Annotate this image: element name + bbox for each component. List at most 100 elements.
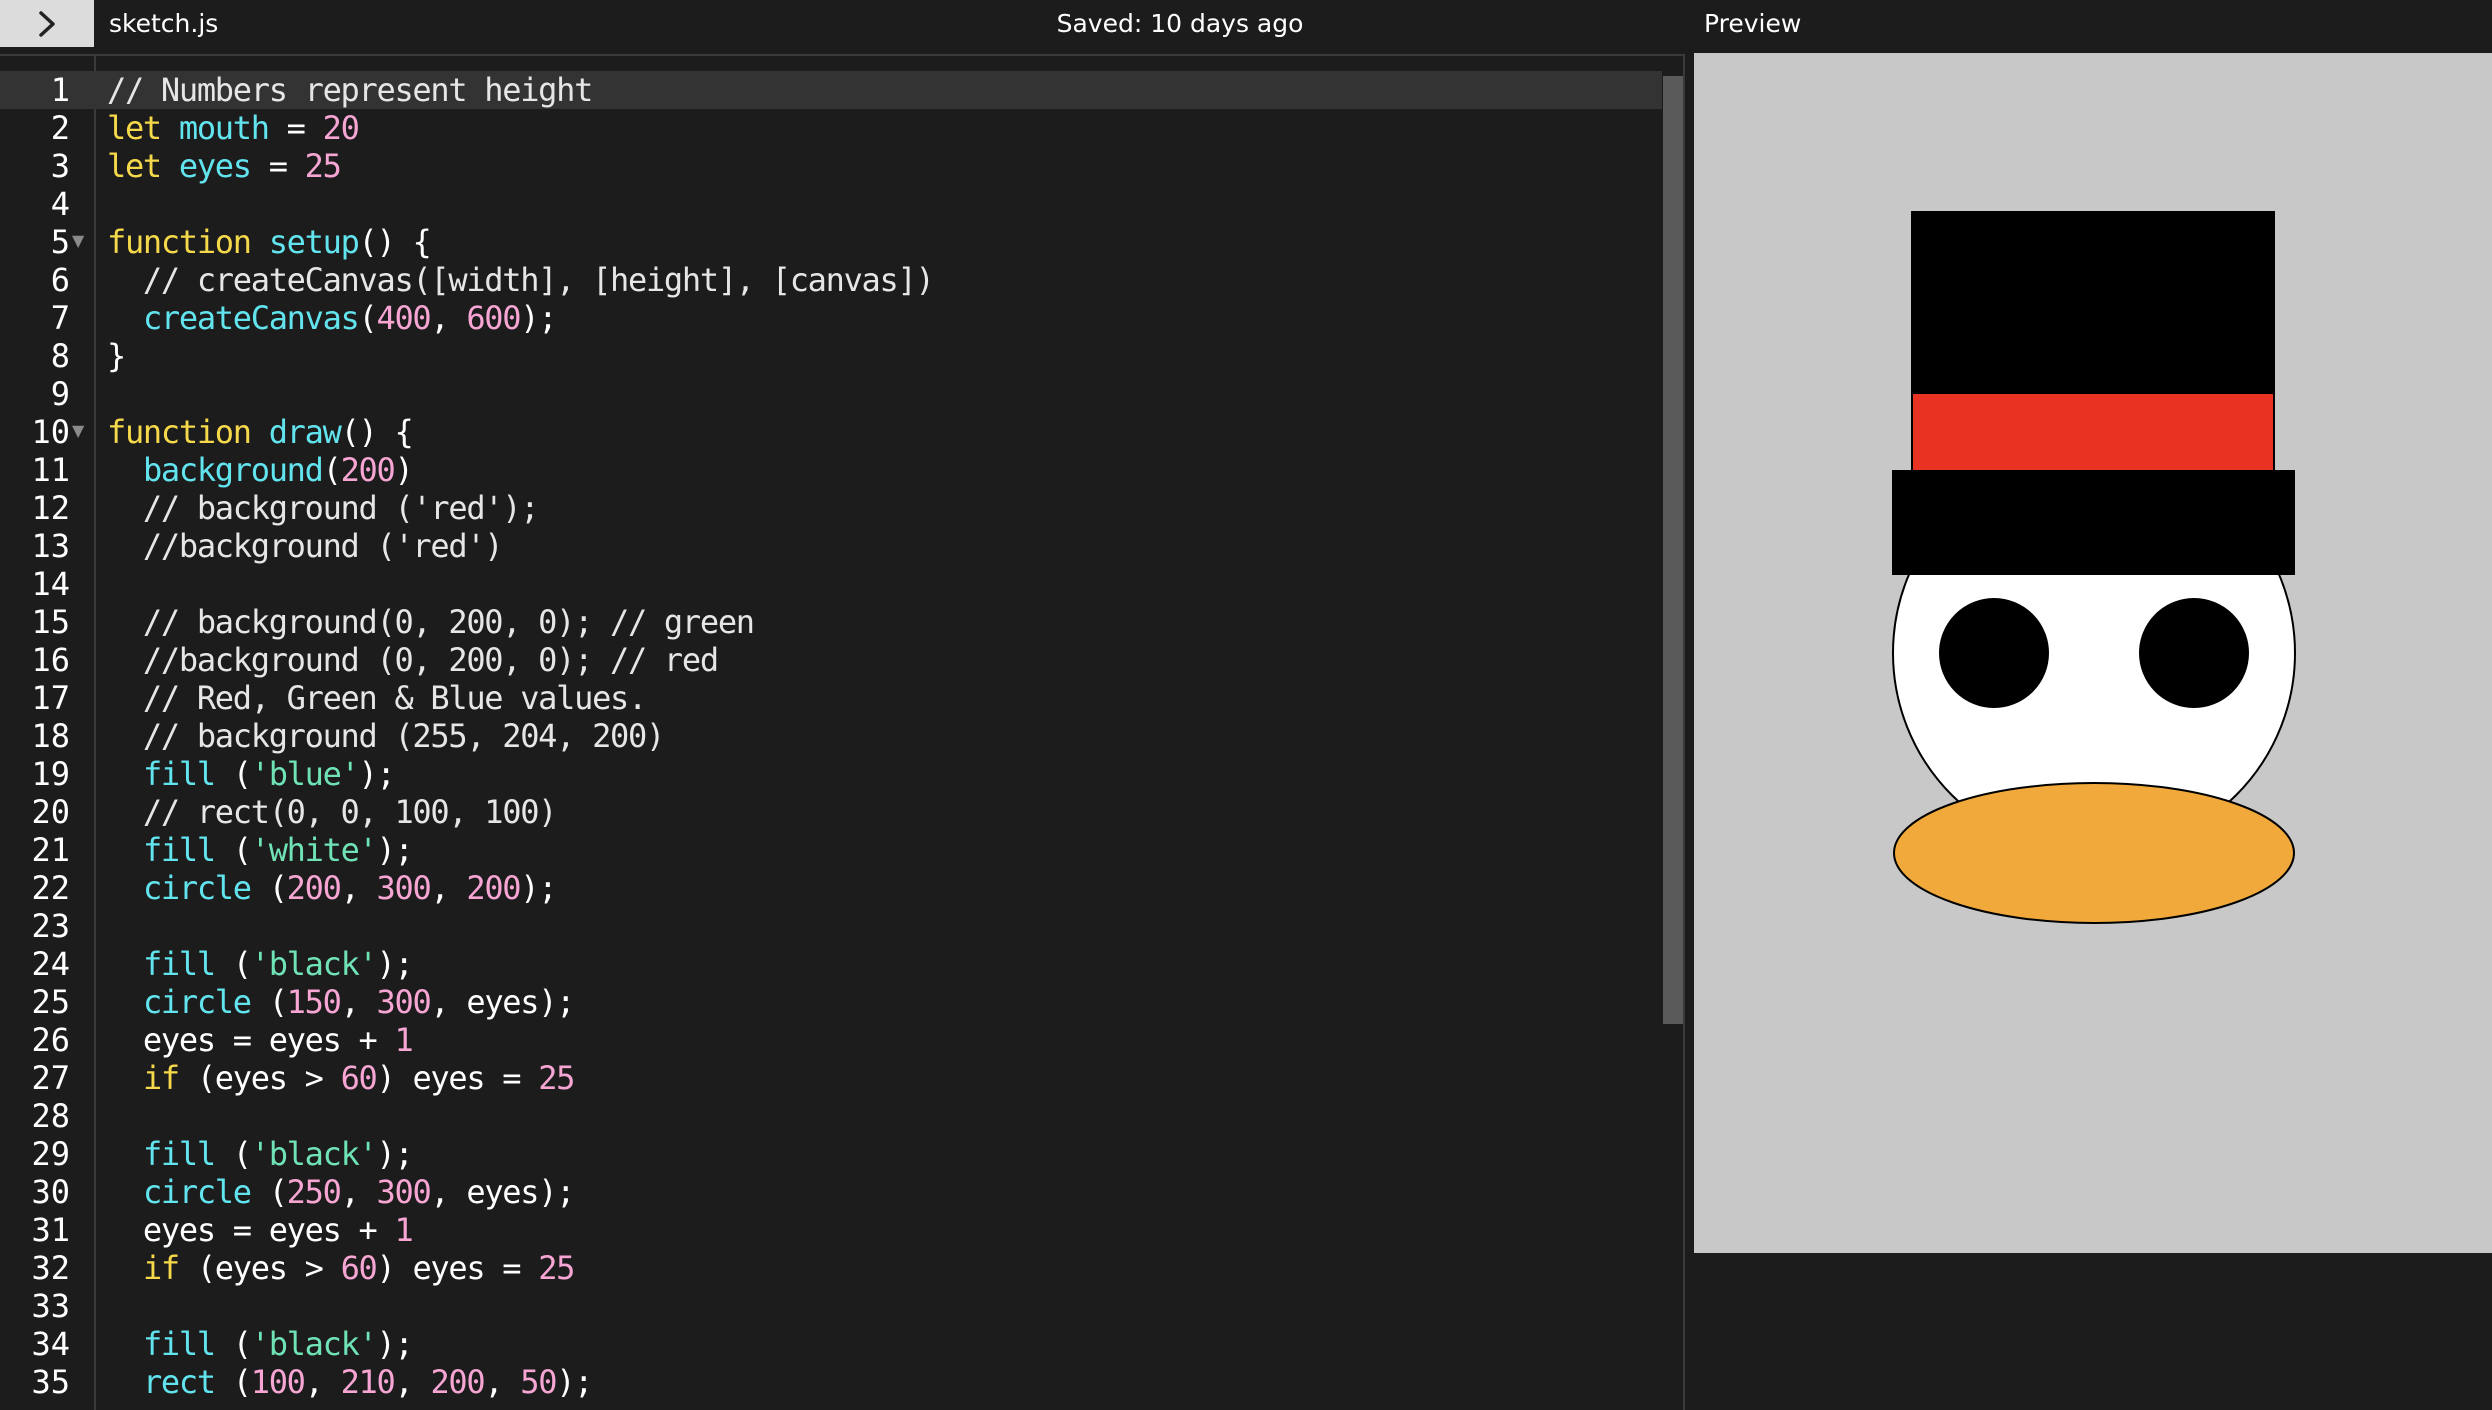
code-line[interactable]: 12 // background ('red'); xyxy=(0,489,1662,527)
line-number: 23 xyxy=(31,907,70,945)
line-number: 28 xyxy=(31,1097,70,1135)
code-token: , xyxy=(484,1363,521,1401)
code-token: 25 xyxy=(304,147,342,185)
code-text: createCanvas(400, 600); xyxy=(107,299,558,337)
preview-label: Preview xyxy=(1704,9,1802,38)
code-line[interactable]: 7 createCanvas(400, 600); xyxy=(0,299,1662,337)
code-token: // background ('red'); xyxy=(107,489,540,527)
code-line[interactable]: 19 fill ('blue'); xyxy=(0,755,1662,793)
code-token: eyes = eyes + xyxy=(107,1211,395,1249)
code-token: ( xyxy=(214,1363,252,1401)
code-line[interactable]: 21 fill ('white'); xyxy=(0,831,1662,869)
fold-triangle-icon[interactable]: ▼ xyxy=(72,231,92,251)
code-line[interactable]: 22 circle (200, 300, 200); xyxy=(0,869,1662,907)
code-text: //background (0, 200, 0); // red xyxy=(107,641,719,679)
line-number: 18 xyxy=(31,717,70,755)
code-text: // background(0, 200, 0); // green xyxy=(107,603,755,641)
code-line[interactable]: 35 rect (100, 210, 200, 50); xyxy=(0,1363,1662,1401)
code-line[interactable]: 16 //background (0, 200, 0); // red xyxy=(0,641,1662,679)
code-token: ) xyxy=(394,451,413,489)
code-text: fill ('black'); xyxy=(107,945,414,983)
code-line[interactable]: 34 fill ('black'); xyxy=(0,1325,1662,1363)
code-line[interactable]: 24 fill ('black'); xyxy=(0,945,1662,983)
code-token: 100 xyxy=(250,1363,306,1401)
code-token: ( xyxy=(250,1173,288,1211)
code-line[interactable]: 4 xyxy=(0,185,1662,223)
code-token: // rect(0, 0, 100, 100) xyxy=(107,793,558,831)
code-line[interactable]: 11 background(200) xyxy=(0,451,1662,489)
code-token: 'black' xyxy=(250,945,378,983)
code-line[interactable]: 13 //background ('red') xyxy=(0,527,1662,565)
code-line[interactable]: 29 fill ('black'); xyxy=(0,1135,1662,1173)
code-line[interactable]: 26 eyes = eyes + 1 xyxy=(0,1021,1662,1059)
code-token: 'white' xyxy=(250,831,378,869)
code-line[interactable]: 32 if (eyes > 60) eyes = 25 xyxy=(0,1249,1662,1287)
code-token: fill xyxy=(142,831,216,869)
code-token: (eyes > xyxy=(178,1059,341,1097)
code-token: 50 xyxy=(520,1363,557,1401)
file-name-tab[interactable]: sketch.js xyxy=(109,0,218,47)
line-number: 22 xyxy=(31,869,70,907)
code-token: // Red, Green & Blue values. xyxy=(107,679,647,717)
code-line[interactable]: 5 ▼ function setup() { xyxy=(0,223,1662,261)
toggle-sidebar-button[interactable] xyxy=(0,0,94,47)
code-text: background(200) xyxy=(107,451,414,489)
line-number: 24 xyxy=(31,945,70,983)
code-line[interactable]: 23 xyxy=(0,907,1662,945)
code-line[interactable]: 20 // rect(0, 0, 100, 100) xyxy=(0,793,1662,831)
code-token: 60 xyxy=(340,1059,378,1097)
code-line[interactable]: 8} xyxy=(0,337,1662,375)
code-token: // background (255, 204, 200) xyxy=(107,717,665,755)
code-token: 1 xyxy=(394,1211,413,1249)
code-line[interactable]: 6 // createCanvas([width], [height], [ca… xyxy=(0,261,1662,299)
code-token: let xyxy=(107,109,179,147)
code-line[interactable]: 18 // background (255, 204, 200) xyxy=(0,717,1662,755)
code-line[interactable]: 10 ▼ function draw() { xyxy=(0,413,1662,451)
code-token: , xyxy=(394,1363,431,1401)
right-eye xyxy=(2139,598,2249,708)
code-line[interactable]: 3 let eyes = 25 xyxy=(0,147,1662,185)
code-line[interactable]: 9 xyxy=(0,375,1662,413)
code-line[interactable]: 1 // Numbers represent height xyxy=(0,71,1662,109)
app-window: sketch.js Saved: 10 days ago Preview 1 //… xyxy=(0,0,2492,1410)
code-line[interactable]: 28 xyxy=(0,1097,1662,1135)
code-line[interactable]: 27 if (eyes > 60) eyes = 25 xyxy=(0,1059,1662,1097)
code-text: // background ('red'); xyxy=(107,489,540,527)
line-number: 20 xyxy=(31,793,70,831)
fold-triangle-icon[interactable]: ▼ xyxy=(72,421,92,441)
code-text: fill ('blue'); xyxy=(107,755,396,793)
code-token: = xyxy=(268,109,323,147)
code-token: 250 xyxy=(286,1173,342,1211)
code-token: () { xyxy=(358,223,432,261)
code-text: let mouth = 20 xyxy=(107,109,360,147)
code-token: ); xyxy=(376,1325,414,1363)
code-line[interactable]: 33 xyxy=(0,1287,1662,1325)
code-text: // createCanvas([width], [height], [canv… xyxy=(107,261,935,299)
code-line[interactable]: 25 circle (150, 300, eyes); xyxy=(0,983,1662,1021)
line-number: 8 xyxy=(50,337,70,375)
code-line[interactable]: 15 // background(0, 200, 0); // green xyxy=(0,603,1662,641)
code-text: // Red, Green & Blue values. xyxy=(107,679,647,717)
code-token: ); xyxy=(520,869,557,907)
code-line[interactable]: 2 let mouth = 20 xyxy=(0,109,1662,147)
code-line[interactable]: 17 // Red, Green & Blue values. xyxy=(0,679,1662,717)
line-number: 31 xyxy=(31,1211,70,1249)
editor-scrollbar[interactable] xyxy=(1663,76,1683,1024)
code-text: if (eyes > 60) eyes = 25 xyxy=(107,1249,576,1287)
code-token: 'black' xyxy=(250,1135,378,1173)
code-line[interactable]: 14 xyxy=(0,565,1662,603)
code-line[interactable]: 31 eyes = eyes + 1 xyxy=(0,1211,1662,1249)
code-token: ( xyxy=(214,1135,252,1173)
code-editor[interactable]: 1 // Numbers represent height 2 let mouth =… xyxy=(0,54,1685,1410)
top-bar: sketch.js Saved: 10 days ago Preview xyxy=(0,0,2492,54)
code-token: ); xyxy=(376,831,414,869)
code-line[interactable]: 30 circle (250, 300, eyes); xyxy=(0,1173,1662,1211)
